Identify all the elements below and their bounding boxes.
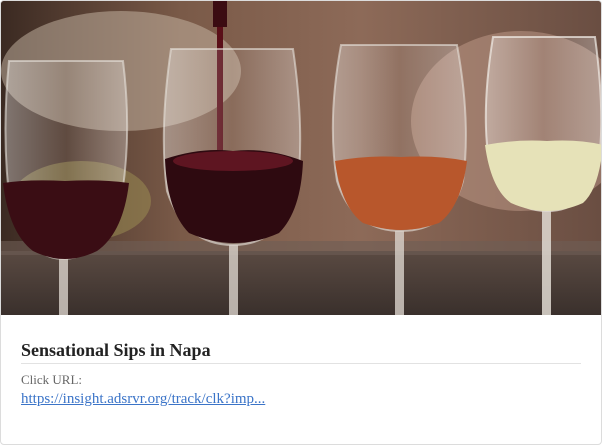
click-url-link[interactable]: https://insight.adsrvr.org/track/clk?imp…: [21, 391, 265, 408]
ad-image[interactable]: [1, 1, 601, 315]
ad-title[interactable]: Sensational Sips in Napa: [21, 340, 581, 364]
click-url-label: Click URL:: [21, 372, 83, 387]
ad-card: Sensational Sips in Napa Click URL: http…: [0, 0, 602, 445]
